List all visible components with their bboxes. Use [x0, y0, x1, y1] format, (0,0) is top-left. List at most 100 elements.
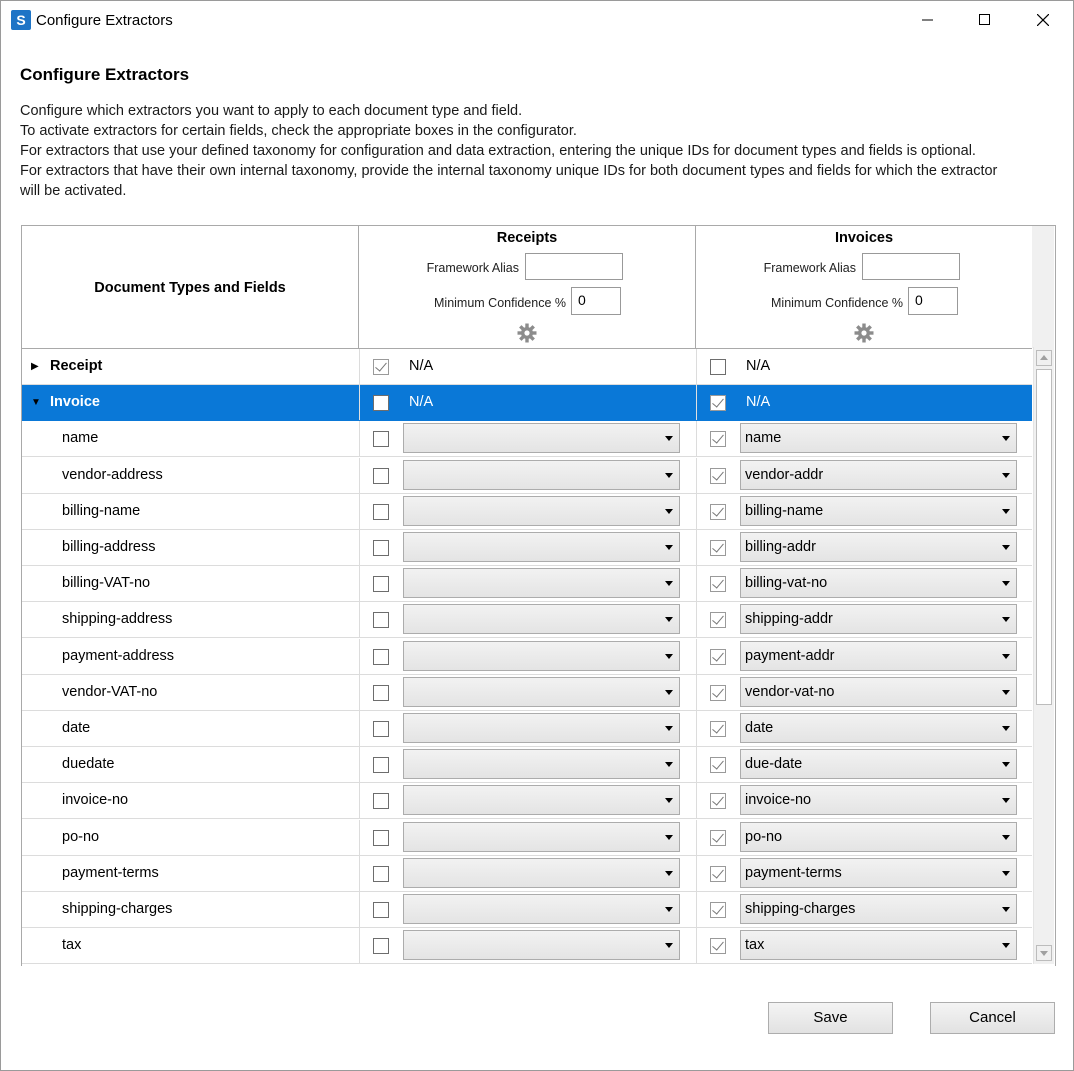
- invoices-enable-checkbox[interactable]: [710, 612, 726, 628]
- field-row[interactable]: billing-VAT-no billing-vat-no: [22, 566, 1032, 602]
- invoices-field-dropdown[interactable]: date: [740, 713, 1017, 743]
- invoices-field-dropdown[interactable]: due-date: [740, 749, 1017, 779]
- receipts-field-dropdown[interactable]: [403, 930, 680, 960]
- invoices-enable-checkbox[interactable]: [710, 576, 726, 592]
- scroll-up-arrow-icon[interactable]: [1036, 350, 1052, 366]
- receipts-enable-checkbox[interactable]: [373, 431, 389, 447]
- framework-alias-input[interactable]: [525, 253, 623, 280]
- gear-icon[interactable]: [854, 323, 874, 343]
- invoices-enable-checkbox[interactable]: [710, 540, 726, 556]
- receipts-enable-checkbox[interactable]: [373, 793, 389, 809]
- receipts-enable-checkbox[interactable]: [373, 649, 389, 665]
- receipts-field-dropdown[interactable]: [403, 677, 680, 707]
- min-confidence-input[interactable]: 0: [908, 287, 958, 315]
- receipts-field-dropdown[interactable]: [403, 785, 680, 815]
- chevron-down-icon: [1002, 798, 1010, 803]
- receipts-enable-checkbox[interactable]: [373, 359, 389, 375]
- field-row[interactable]: billing-name billing-name: [22, 494, 1032, 530]
- field-row[interactable]: date date: [22, 711, 1032, 747]
- gear-icon[interactable]: [517, 323, 537, 343]
- receipts-enable-checkbox[interactable]: [373, 757, 389, 773]
- receipts-field-dropdown[interactable]: [403, 532, 680, 562]
- field-row[interactable]: payment-address payment-addr: [22, 639, 1032, 675]
- receipts-field-dropdown[interactable]: [403, 894, 680, 924]
- framework-alias-input[interactable]: [862, 253, 960, 280]
- receipts-enable-checkbox[interactable]: [373, 938, 389, 954]
- invoices-field-dropdown[interactable]: payment-terms: [740, 858, 1017, 888]
- expand-arrow-icon[interactable]: ▶: [31, 361, 39, 372]
- document-type-row[interactable]: ▼ Invoice N/A N/A: [22, 385, 1032, 421]
- receipts-field-dropdown[interactable]: [403, 568, 680, 598]
- title-bar[interactable]: S Configure Extractors: [1, 1, 1073, 39]
- receipts-enable-checkbox[interactable]: [373, 721, 389, 737]
- field-row[interactable]: payment-terms payment-terms: [22, 856, 1032, 892]
- document-type-row[interactable]: ▶ Receipt N/A N/A: [22, 349, 1032, 385]
- invoices-field-dropdown[interactable]: invoice-no: [740, 785, 1017, 815]
- field-row[interactable]: shipping-charges shipping-charges: [22, 892, 1032, 928]
- field-row[interactable]: tax tax: [22, 928, 1032, 964]
- scroll-down-arrow-icon[interactable]: [1036, 945, 1052, 961]
- receipts-enable-checkbox[interactable]: [373, 612, 389, 628]
- receipts-field-dropdown[interactable]: [403, 496, 680, 526]
- field-row[interactable]: duedate due-date: [22, 747, 1032, 783]
- receipts-enable-checkbox[interactable]: [373, 830, 389, 846]
- invoices-field-dropdown[interactable]: po-no: [740, 822, 1017, 852]
- maximize-button[interactable]: [956, 1, 1014, 39]
- receipts-enable-checkbox[interactable]: [373, 395, 389, 411]
- invoices-enable-checkbox[interactable]: [710, 830, 726, 846]
- receipts-enable-checkbox[interactable]: [373, 685, 389, 701]
- invoices-field-dropdown[interactable]: billing-vat-no: [740, 568, 1017, 598]
- receipts-field-dropdown[interactable]: [403, 604, 680, 634]
- invoices-enable-checkbox[interactable]: [710, 504, 726, 520]
- invoices-field-dropdown[interactable]: vendor-addr: [740, 460, 1017, 490]
- invoices-enable-checkbox[interactable]: [710, 793, 726, 809]
- receipts-enable-checkbox[interactable]: [373, 540, 389, 556]
- invoices-enable-checkbox[interactable]: [710, 938, 726, 954]
- field-row[interactable]: vendor-VAT-no vendor-vat-no: [22, 675, 1032, 711]
- invoices-enable-checkbox[interactable]: [710, 685, 726, 701]
- invoices-enable-checkbox[interactable]: [710, 431, 726, 447]
- receipts-field-dropdown[interactable]: [403, 713, 680, 743]
- receipts-enable-checkbox[interactable]: [373, 468, 389, 484]
- collapse-arrow-icon[interactable]: ▼: [31, 397, 41, 408]
- receipts-field-dropdown[interactable]: [403, 858, 680, 888]
- minimize-button[interactable]: [899, 1, 957, 39]
- receipts-enable-checkbox[interactable]: [373, 576, 389, 592]
- receipts-enable-checkbox[interactable]: [373, 866, 389, 882]
- field-row[interactable]: name name: [22, 421, 1032, 457]
- invoices-enable-checkbox[interactable]: [710, 902, 726, 918]
- field-row[interactable]: vendor-address vendor-addr: [22, 458, 1032, 494]
- invoices-field-dropdown[interactable]: shipping-addr: [740, 604, 1017, 634]
- field-row[interactable]: po-no po-no: [22, 820, 1032, 856]
- invoices-enable-checkbox[interactable]: [710, 468, 726, 484]
- invoices-enable-checkbox[interactable]: [710, 395, 726, 411]
- invoices-enable-checkbox[interactable]: [710, 649, 726, 665]
- save-button[interactable]: Save: [768, 1002, 893, 1034]
- field-row[interactable]: billing-address billing-addr: [22, 530, 1032, 566]
- invoices-enable-checkbox[interactable]: [710, 757, 726, 773]
- invoices-field-dropdown[interactable]: payment-addr: [740, 641, 1017, 671]
- receipts-field-dropdown[interactable]: [403, 423, 680, 453]
- receipts-field-dropdown[interactable]: [403, 460, 680, 490]
- cancel-button[interactable]: Cancel: [930, 1002, 1055, 1034]
- vertical-scrollbar[interactable]: [1033, 347, 1054, 964]
- invoices-enable-checkbox[interactable]: [710, 721, 726, 737]
- field-row[interactable]: shipping-address shipping-addr: [22, 602, 1032, 638]
- invoices-field-dropdown[interactable]: vendor-vat-no: [740, 677, 1017, 707]
- receipts-field-dropdown[interactable]: [403, 749, 680, 779]
- invoices-field-dropdown[interactable]: billing-name: [740, 496, 1017, 526]
- field-row[interactable]: invoice-no invoice-no: [22, 783, 1032, 819]
- receipts-field-dropdown[interactable]: [403, 641, 680, 671]
- close-button[interactable]: [1014, 1, 1072, 39]
- receipts-enable-checkbox[interactable]: [373, 504, 389, 520]
- invoices-field-dropdown[interactable]: billing-addr: [740, 532, 1017, 562]
- invoices-field-dropdown[interactable]: tax: [740, 930, 1017, 960]
- invoices-enable-checkbox[interactable]: [710, 866, 726, 882]
- invoices-field-dropdown[interactable]: name: [740, 423, 1017, 453]
- receipts-field-dropdown[interactable]: [403, 822, 680, 852]
- invoices-field-dropdown[interactable]: shipping-charges: [740, 894, 1017, 924]
- receipts-enable-checkbox[interactable]: [373, 902, 389, 918]
- min-confidence-input[interactable]: 0: [571, 287, 621, 315]
- scrollbar-thumb[interactable]: [1036, 369, 1052, 705]
- invoices-enable-checkbox[interactable]: [710, 359, 726, 375]
